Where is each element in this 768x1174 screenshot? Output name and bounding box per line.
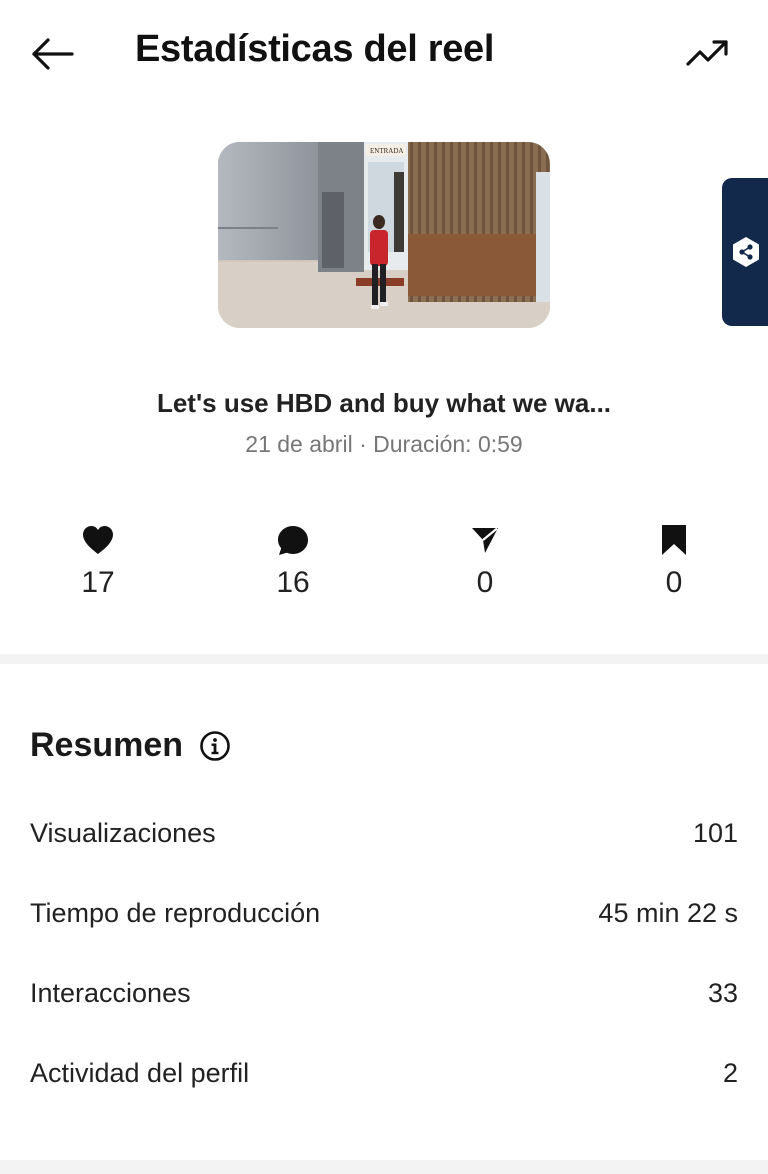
comments-count: 16 xyxy=(276,566,310,599)
reel-thumbnail[interactable]: ENTRADA xyxy=(218,142,550,328)
saves-count: 0 xyxy=(665,566,683,599)
shares-count: 0 xyxy=(476,566,494,599)
bookmark-icon xyxy=(662,525,686,555)
header: Estadísticas del reel xyxy=(0,0,768,104)
heart-icon xyxy=(83,526,113,554)
summary-row-views: Visualizaciones 101 xyxy=(30,818,738,858)
reel-caption: Let's use HBD and buy what we wa... xyxy=(156,388,612,418)
section-divider xyxy=(0,654,768,664)
section-divider xyxy=(0,1160,768,1174)
reel-thumbnail-image: ENTRADA xyxy=(218,142,550,328)
saves-stat: 0 xyxy=(614,520,734,600)
summary-row-label: Interacciones xyxy=(30,978,191,1008)
likes-count: 17 xyxy=(81,566,115,599)
summary-heading: Resumen xyxy=(30,726,184,764)
trending-up-icon xyxy=(686,40,728,66)
summary-row-watch-time: Tiempo de reproducción 45 min 22 s xyxy=(30,898,738,938)
summary-row-value: 45 min 22 s xyxy=(598,898,738,928)
trending-button[interactable] xyxy=(684,34,732,74)
comments-stat: 16 xyxy=(233,520,353,600)
arrow-left-icon xyxy=(32,38,74,70)
summary-row-value: 2 xyxy=(722,1058,738,1088)
summary-row-interactions: Interacciones 33 xyxy=(30,978,738,1018)
comment-icon xyxy=(278,526,308,555)
likes-stat: 17 xyxy=(38,520,158,600)
summary-row-value: 33 xyxy=(707,978,738,1008)
summary-row-label: Visualizaciones xyxy=(30,818,216,848)
share-hexagon-icon xyxy=(733,237,759,267)
shares-stat: 0 xyxy=(425,520,545,600)
entrada-sign: ENTRADA xyxy=(370,147,403,155)
back-button[interactable] xyxy=(28,34,76,74)
summary-row-label: Tiempo de reproducción xyxy=(30,898,321,928)
summary-row-profile-activity: Actividad del perfil 2 xyxy=(30,1058,738,1098)
summary-row-value: 101 xyxy=(692,818,738,848)
side-widget-tab[interactable] xyxy=(722,178,768,326)
reel-meta: 21 de abril · Duración: 0:59 xyxy=(245,431,523,457)
info-icon[interactable] xyxy=(199,730,231,762)
share-icon xyxy=(472,527,498,553)
page-title: Estadísticas del reel xyxy=(135,28,495,70)
summary-row-label: Actividad del perfil xyxy=(30,1058,250,1088)
